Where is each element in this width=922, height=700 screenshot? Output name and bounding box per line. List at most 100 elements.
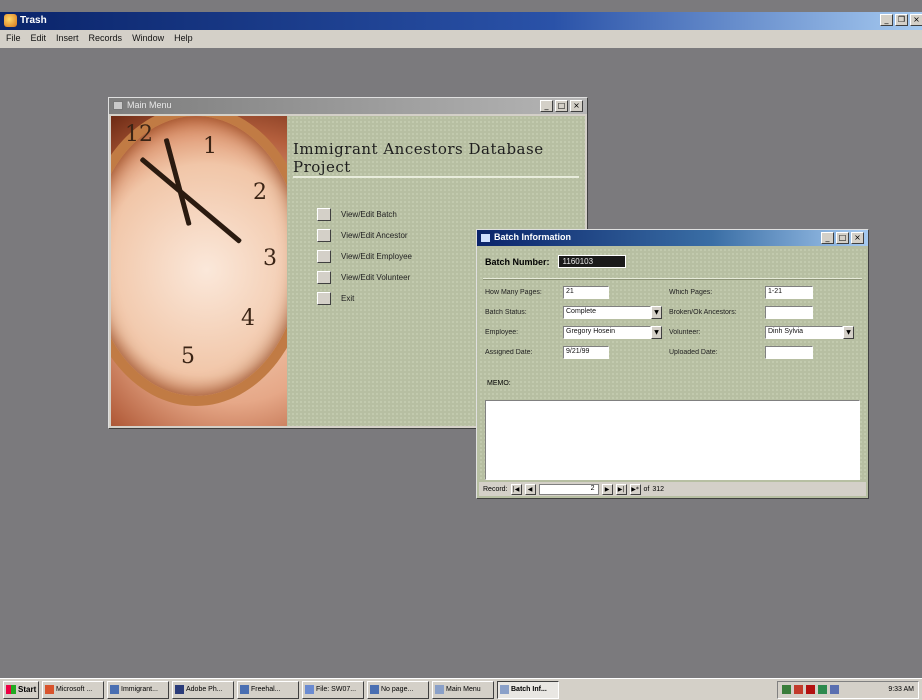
clock-numeral: 2 [253,180,267,205]
taskbar-clock: 9:33 AM [888,686,914,693]
memo-label: MEMO: [487,380,511,387]
tray-icon[interactable] [806,685,815,694]
tray-icon[interactable] [830,685,839,694]
record-label: Record: [483,485,508,493]
taskbar-item-label: Freehal... [251,686,281,693]
taskbar-item[interactable]: Microsoft ... [42,680,104,699]
app-icon [305,685,314,694]
employee-select[interactable]: Gregory Hosein [563,326,651,339]
menu-button[interactable] [317,292,331,305]
which-pages-field[interactable]: 1-21 [765,286,813,299]
clock-numeral: 3 [263,246,277,271]
chevron-down-icon[interactable]: ▼ [651,326,662,339]
menu-insert[interactable]: Insert [56,33,79,45]
menu-records[interactable]: Records [89,33,123,45]
taskbar-item-label: Adobe Ph... [186,686,223,693]
how-many-pages-field[interactable]: 21 [563,286,609,299]
maximize-icon[interactable]: □ [555,100,568,112]
menu-button[interactable] [317,250,331,263]
minimize-icon[interactable]: _ [540,100,553,112]
taskbar-item[interactable]: Adobe Ph... [172,680,234,699]
close-icon[interactable]: × [851,232,864,244]
form-icon [481,234,490,242]
minimize-icon[interactable]: _ [880,14,893,26]
current-record-field[interactable]: 2 [538,483,599,495]
menu-file[interactable]: File [6,33,21,45]
main-menu-list: View/Edit Batch View/Edit Ancestor View/… [317,204,412,309]
restore-icon[interactable]: ❐ [895,14,908,26]
menu-item-view-edit-employee[interactable]: View/Edit Employee [317,246,412,267]
tray-icon[interactable] [782,685,791,694]
main-menu-title: Main Menu [127,100,172,110]
access-app-icon [4,14,17,27]
which-pages-row: Which Pages: 1-21 [669,286,813,299]
batch-number-label: Batch Number: [485,256,550,267]
next-record-icon[interactable]: ▶ [601,483,613,495]
chevron-down-icon[interactable]: ▼ [843,326,854,339]
record-navigation: Record: |◀ ◀ 2 ▶ ▶| ▶* of 312 [479,482,866,496]
taskbar: Start Microsoft ... Immigrant... Adobe P… [0,678,922,700]
menu-item-view-edit-ancestor[interactable]: View/Edit Ancestor [317,225,412,246]
broken-ancestors-row: Broken/Ok Ancestors: [669,306,813,319]
taskbar-item-label: Main Menu [446,686,481,693]
previous-record-icon[interactable]: ◀ [524,483,536,495]
app-icon [240,685,249,694]
batch-status-row: Batch Status: Complete ▼ [485,306,662,319]
last-record-icon[interactable]: ▶| [615,483,627,495]
menu-button[interactable] [317,229,331,242]
batch-window-controls: _ □ × [821,232,864,244]
taskbar-item-active[interactable]: Batch Inf... [497,680,559,699]
uploaded-date-field[interactable] [765,346,813,359]
pocket-watch-image: 12 1 2 3 4 5 [111,116,287,426]
employee-row: Employee: Gregory Hosein ▼ [485,326,662,339]
maximize-icon[interactable]: □ [836,232,849,244]
menu-item-label: Exit [341,294,355,303]
main-menu-titlebar[interactable]: Main Menu _ □ × [109,98,587,114]
taskbar-item[interactable]: Main Menu [432,680,494,699]
windows-logo-icon [6,685,16,694]
uploaded-date-row: Uploaded Date: [669,346,813,359]
volunteer-select[interactable]: Dinh Sylvia [765,326,843,339]
tray-icon[interactable] [794,685,803,694]
clock-numeral: 5 [181,344,195,369]
menu-button[interactable] [317,271,331,284]
menu-item-label: View/Edit Employee [341,252,412,261]
menu-edit[interactable]: Edit [31,33,47,45]
batch-status-select[interactable]: Complete [563,306,651,319]
menu-window[interactable]: Window [132,33,164,45]
minimize-icon[interactable]: _ [821,232,834,244]
uploaded-date-label: Uploaded Date: [669,349,718,356]
batch-information-titlebar[interactable]: Batch Information _ □ × [477,230,868,246]
menu-help[interactable]: Help [174,33,193,45]
menu-button[interactable] [317,208,331,221]
assigned-date-field[interactable]: 9/21/99 [563,346,609,359]
tray-icon[interactable] [818,685,827,694]
volunteer-row: Volunteer: Dinh Sylvia ▼ [669,326,854,339]
menu-item-view-edit-batch[interactable]: View/Edit Batch [317,204,412,225]
close-icon[interactable]: × [910,14,922,26]
broken-ancestors-label: Broken/Ok Ancestors: [669,309,737,316]
taskbar-item[interactable]: File: SW07... [302,680,364,699]
menu-item-exit[interactable]: Exit [317,288,412,309]
taskbar-item[interactable]: Freehal... [237,680,299,699]
batch-number-row: Batch Number: 1160103 [485,255,626,268]
how-many-pages-row: How Many Pages: 21 [485,286,609,299]
memo-textarea[interactable] [485,400,860,480]
taskbar-item[interactable]: No page... [367,680,429,699]
menu-item-view-edit-volunteer[interactable]: View/Edit Volunteer [317,267,412,288]
taskbar-item[interactable]: Immigrant... [107,680,169,699]
broken-ancestors-field[interactable] [765,306,813,319]
chevron-down-icon[interactable]: ▼ [651,306,662,319]
new-record-icon[interactable]: ▶* [629,483,641,495]
close-icon[interactable]: × [570,100,583,112]
start-button[interactable]: Start [3,680,39,699]
app-window-controls: _ ❐ × [880,14,922,26]
first-record-icon[interactable]: |◀ [510,483,522,495]
record-total: 312 [652,485,665,493]
app-icon [500,685,509,694]
form-icon [113,101,123,110]
batch-information-title: Batch Information [494,232,572,242]
menu-item-label: View/Edit Batch [341,210,397,219]
batch-number-field[interactable]: 1160103 [557,255,626,268]
assigned-date-row: Assigned Date: 9/21/99 [485,346,609,359]
